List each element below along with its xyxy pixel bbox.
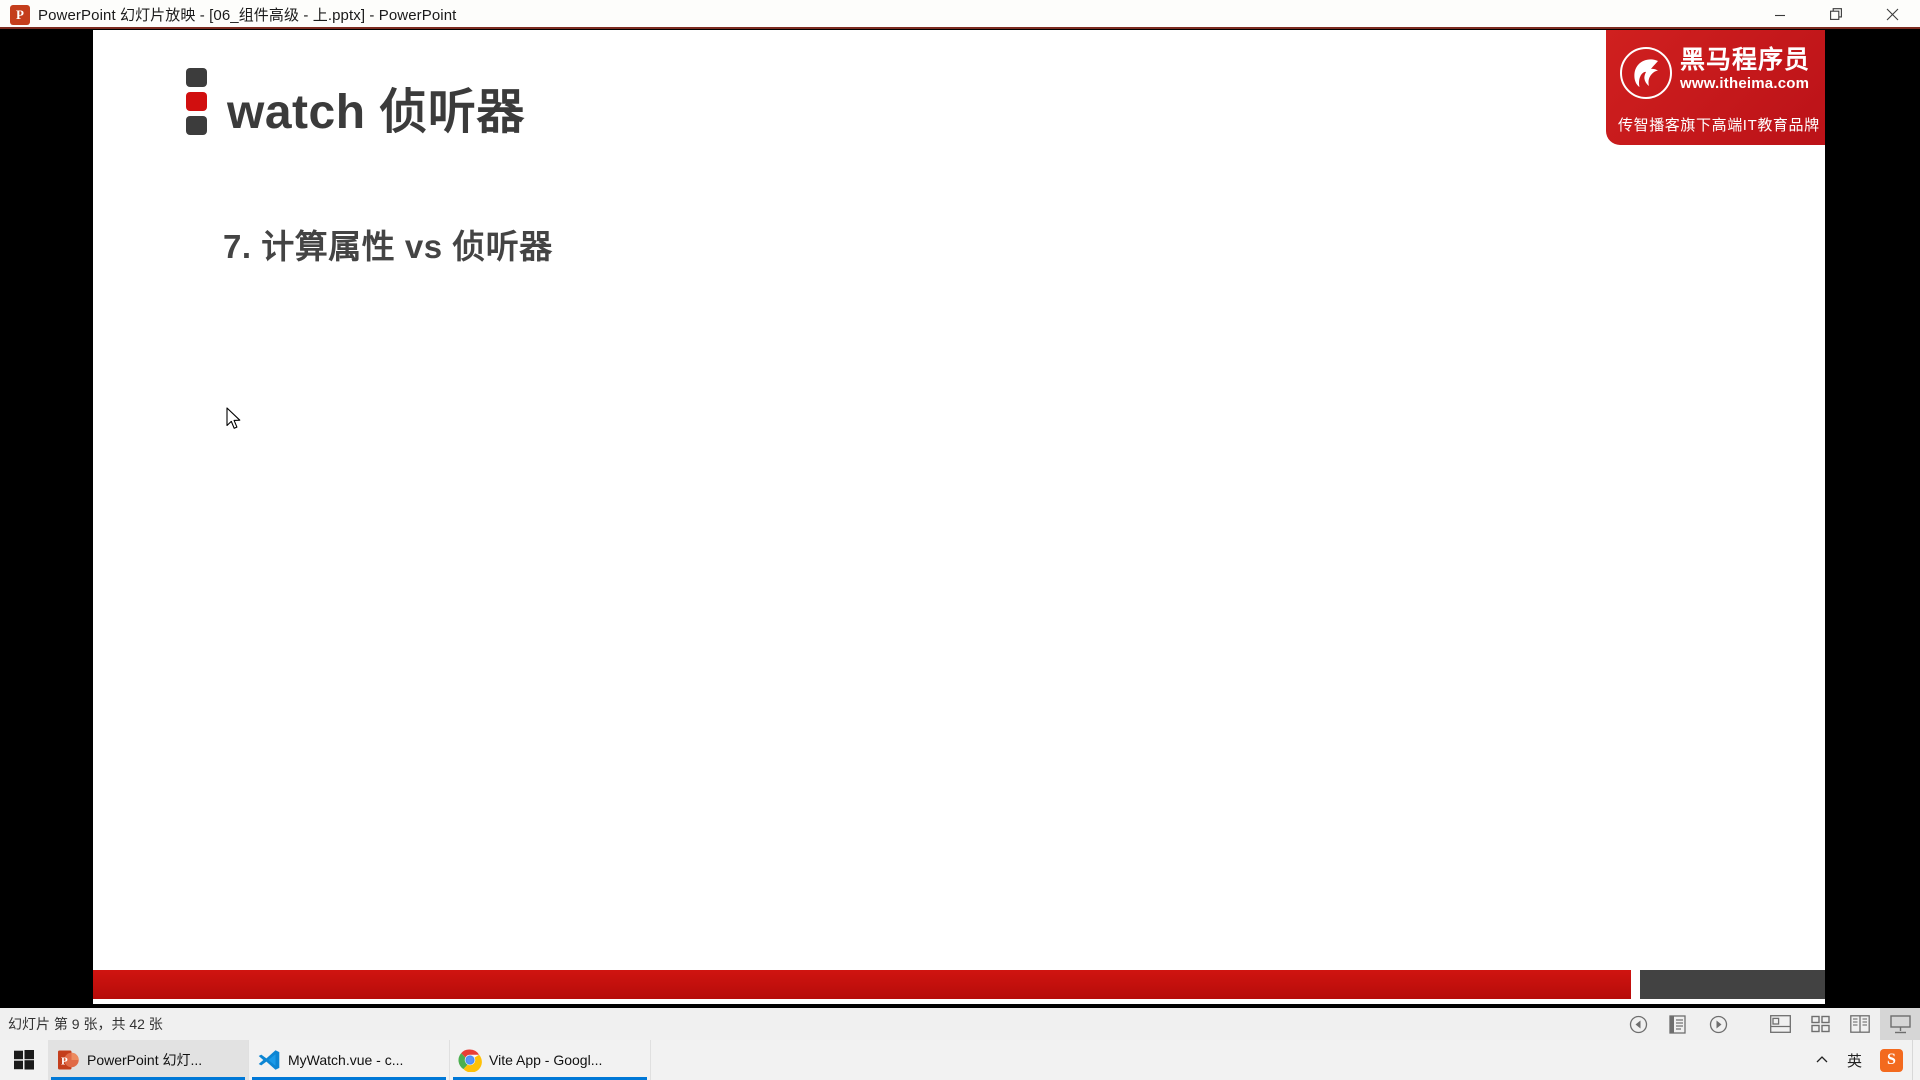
slide-canvas[interactable]: watch 侦听器 7. 计算属性 vs 侦听器 黑马程序员 www.ithei… [93,30,1825,1004]
previous-slide-button[interactable] [1618,1008,1658,1040]
next-slide-button[interactable] [1698,1008,1738,1040]
system-tray: 英 S [1806,1040,1920,1080]
taskbar-item-powerpoint[interactable]: P PowerPoint 幻灯... [48,1040,249,1080]
vscode-icon [257,1048,281,1072]
slide-accent-bar-gray [1640,970,1825,999]
taskbar-item-label: PowerPoint 幻灯... [87,1052,203,1068]
taskbar-item-label: Vite App - Googl... [489,1052,603,1068]
slide-counter-label: 幻灯片 第 9 张，共 42 张 [8,1016,163,1032]
restore-button[interactable] [1808,0,1864,29]
notes-button[interactable] [1658,1008,1698,1040]
status-divider [1738,1008,1760,1040]
taskbar: P PowerPoint 幻灯... MyWatch.vue - c... Vi… [0,1040,1920,1080]
window-controls [1752,0,1920,29]
slide-title: watch 侦听器 [227,86,525,139]
slide-body-text: 7. 计算属性 vs 侦听器 [223,228,553,265]
taskbar-item-vscode[interactable]: MyWatch.vue - c... [249,1040,450,1080]
normal-view-button[interactable] [1760,1008,1800,1040]
horse-icon [1620,47,1672,99]
svg-text:P: P [61,1056,68,1068]
taskbar-item-chrome[interactable]: Vite App - Googl... [450,1040,651,1080]
window-title: PowerPoint 幻灯片放映 - [06_组件高级 - 上.pptx] - … [38,7,457,24]
logo-brand-name: 黑马程序员 [1680,46,1811,74]
powerpoint-icon [10,4,30,25]
itheima-logo: 黑马程序员 www.itheima.com 传智播客旗下高端IT教育品牌 [1606,30,1825,145]
sogou-input-method-icon[interactable]: S [1871,1040,1912,1080]
slide-accent-bar-red [93,970,1631,999]
title-bar: PowerPoint 幻灯片放映 - [06_组件高级 - 上.pptx] - … [0,0,1920,29]
square-red-icon [186,92,207,111]
windows-start-icon[interactable] [0,1040,48,1080]
title-bullet-mark [186,68,208,135]
close-button[interactable] [1864,0,1920,29]
arrow-cursor [226,407,243,436]
logo-url: www.itheima.com [1680,75,1810,92]
logo-tagline: 传智播客旗下高端IT教育品牌 [1618,117,1820,134]
slideshow-button[interactable] [1880,1008,1920,1040]
reading-view-button[interactable] [1840,1008,1880,1040]
logo-main-row: 黑马程序员 www.itheima.com [1620,47,1810,99]
slide-sorter-button[interactable] [1800,1008,1840,1040]
logo-text-block: 黑马程序员 www.itheima.com [1680,47,1810,93]
status-bar: 幻灯片 第 9 张，共 42 张 [0,1008,1920,1040]
square-dark-top-icon [186,68,207,87]
ime-language-indicator[interactable]: 英 [1838,1040,1871,1080]
taskbar-item-label: MyWatch.vue - c... [288,1052,404,1068]
slideshow-stage[interactable]: watch 侦听器 7. 计算属性 vs 侦听器 黑马程序员 www.ithei… [0,29,1920,1008]
minimize-button[interactable] [1752,0,1808,29]
status-bar-buttons [1618,1008,1920,1040]
chrome-icon [458,1048,482,1073]
sogou-icon: S [1880,1048,1903,1072]
powerpoint-icon: P [56,1048,80,1072]
show-desktop-button[interactable] [1912,1040,1920,1080]
chevron-up-icon[interactable] [1806,1040,1838,1080]
square-dark-bottom-icon [186,116,207,135]
